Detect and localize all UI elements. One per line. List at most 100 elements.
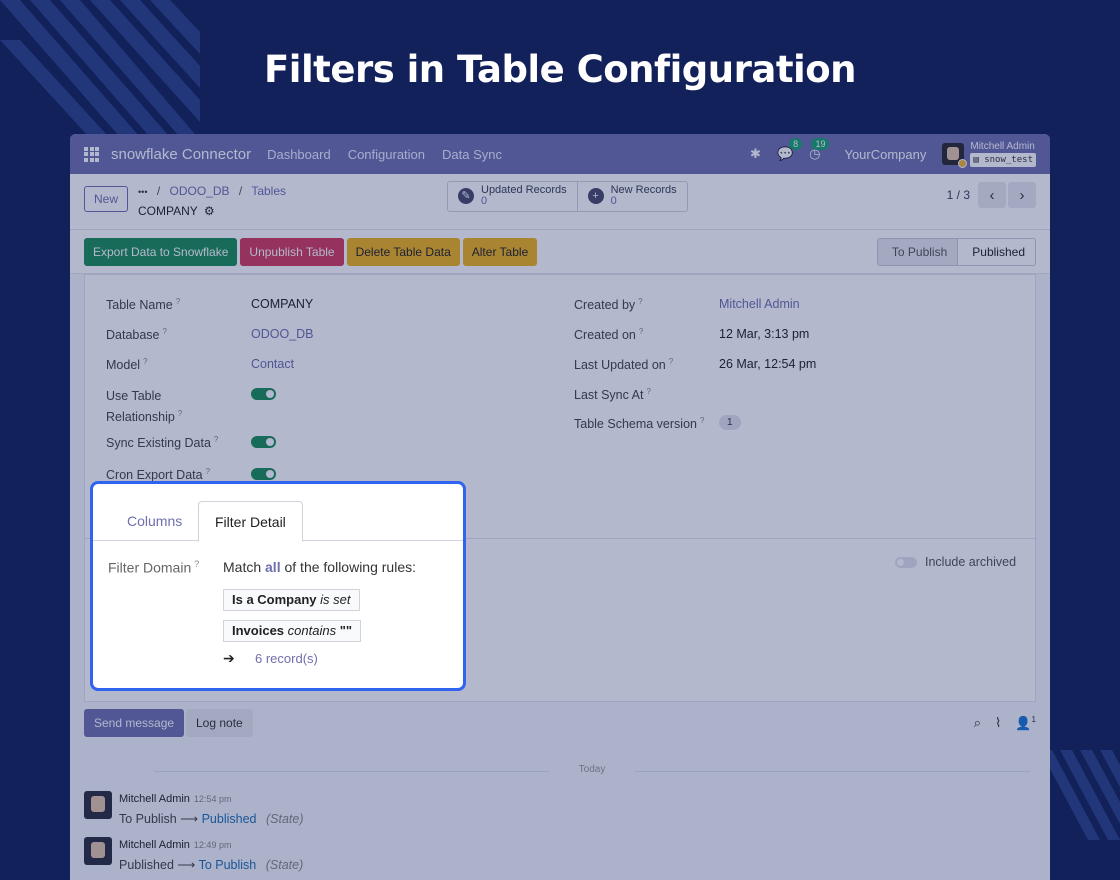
match-all-selector[interactable]: all	[265, 559, 281, 575]
followers-count: 1	[1031, 715, 1036, 724]
avatar	[942, 143, 968, 168]
smart-buttons: ✎ Updated Records 0 + New Records 0	[447, 181, 688, 212]
search-icon[interactable]: ⌕	[974, 715, 981, 731]
breadcrumb-tables[interactable]: Tables	[251, 184, 286, 198]
state-field: (State)	[265, 858, 304, 872]
model-value[interactable]: Contact	[251, 357, 294, 371]
domain-rule[interactable]: Is a Company is set	[223, 589, 360, 611]
hero-title: Filters in Table Configuration	[264, 48, 856, 91]
messages-icon[interactable]: 💬 8	[777, 138, 803, 162]
field-label-table-schema-version: Table Schema version?	[574, 416, 705, 432]
state-from: Published	[119, 858, 174, 872]
field-label-model: Model?	[106, 357, 148, 373]
plus-icon: +	[587, 188, 604, 204]
send-message-button[interactable]: Send message	[84, 709, 185, 737]
decorative-stripes-corner	[1040, 750, 1120, 840]
tab-filter-detail[interactable]: Filter Detail	[198, 501, 303, 542]
database-value[interactable]: ODOO_DB	[251, 327, 314, 341]
include-archived-label: Include archived	[925, 555, 1017, 569]
followers-icon[interactable]: 👤1	[1015, 715, 1036, 731]
menu-configuration[interactable]: Configuration	[348, 147, 425, 162]
field-label-table-name: Table Name?	[106, 297, 181, 313]
message-author[interactable]: Mitchell Admin	[119, 839, 190, 851]
gear-icon[interactable]: ⚙	[204, 204, 215, 218]
export-data-button[interactable]: Export Data to Snowflake	[84, 237, 238, 266]
state-from: To Publish	[119, 812, 177, 826]
filter-domain-label: Filter Domain?	[108, 559, 200, 576]
user-menu[interactable]: Mitchell Admin ▤ snow_test	[942, 141, 1036, 168]
status-bar: Export Data to Snowflake Unpublish Table…	[70, 230, 1050, 274]
company-switcher[interactable]: YourCompany	[844, 147, 926, 162]
db-tag: ▤ snow_test	[970, 153, 1036, 167]
database-icon: ▤	[973, 155, 985, 165]
today-separator: Today	[154, 764, 1030, 775]
include-archived-toggle[interactable]	[895, 557, 917, 568]
use-table-relationship-toggle[interactable]	[251, 388, 276, 400]
activity-badge: 19	[811, 138, 830, 150]
arrow-right-icon: ⟶	[177, 858, 199, 872]
field-label-use-table-relationship: Use Table Relationship?	[106, 389, 183, 425]
notebook-tabs: Columns Filter Detail	[93, 501, 463, 542]
control-panel: New ••• / ODOO_DB / Tables COMPANY ⚙ ✎ U…	[70, 174, 1050, 230]
pager-value: 1 / 3	[946, 188, 970, 202]
field-label-last-sync-at: Last Sync At?	[574, 387, 651, 403]
new-records-button[interactable]: + New Records 0	[576, 182, 687, 211]
bug-icon[interactable]: ✱	[750, 146, 761, 162]
delete-table-data-button[interactable]: Delete Table Data	[346, 237, 460, 266]
field-label-created-by: Created by?	[574, 297, 643, 313]
log-note-button[interactable]: Log note	[186, 709, 253, 737]
avatar	[84, 791, 112, 819]
field-label-created-on: Created on?	[574, 327, 644, 343]
schema-version-badge: 1	[719, 415, 741, 430]
domain-rule[interactable]: Invoices contains ""	[223, 620, 362, 642]
last-updated-on-value: 26 Mar, 12:54 pm	[719, 357, 817, 371]
message-time: 12:49 pm	[193, 840, 232, 850]
field-label-database: Database?	[106, 327, 167, 343]
top-navbar: snowflake Connector Dashboard Configurat…	[70, 134, 1050, 174]
created-on-value: 12 Mar, 3:13 pm	[719, 327, 810, 341]
filter-detail-callout: Columns Filter Detail Filter Domain? Mat…	[90, 481, 466, 691]
new-button[interactable]: New	[84, 186, 129, 212]
pencil-icon: ✎	[458, 188, 474, 204]
message-time: 12:54 pm	[193, 794, 232, 804]
message-author[interactable]: Mitchell Admin	[119, 793, 190, 805]
menu-data-sync[interactable]: Data Sync	[442, 147, 502, 162]
unpublish-table-button[interactable]: Unpublish Table	[240, 237, 344, 266]
cron-export-data-toggle[interactable]	[251, 468, 276, 480]
avatar	[84, 837, 112, 865]
chevron-left-icon[interactable]: ‹	[978, 182, 1006, 208]
field-label-last-updated-on: Last Updated on?	[574, 357, 674, 373]
paperclip-icon[interactable]: ⌇	[995, 715, 1001, 731]
user-name: Mitchell Admin	[970, 141, 1035, 152]
match-rule-text: Match all of the following rules:	[223, 559, 417, 575]
table-name-value[interactable]: COMPANY	[251, 297, 313, 311]
arrow-right-icon: ➔	[223, 650, 235, 666]
state-to: To Publish	[198, 858, 257, 872]
field-label-cron-export-data: Cron Export Data?	[106, 467, 211, 483]
apps-menu-icon[interactable]	[84, 146, 99, 162]
updated-records-button[interactable]: ✎ Updated Records 0	[448, 182, 577, 211]
state-field: (State)	[265, 812, 304, 826]
record-title: COMPANY	[138, 204, 198, 218]
app-name[interactable]: snowflake Connector	[111, 146, 251, 163]
breadcrumb-odoo-db[interactable]: ODOO_DB	[170, 184, 230, 198]
breadcrumb: ••• / ODOO_DB / Tables COMPANY ⚙	[138, 184, 287, 218]
record-count-link[interactable]: 6 record(s)	[255, 651, 318, 666]
field-label-sync-existing-data: Sync Existing Data?	[106, 435, 219, 451]
chatter-toolbar: Send message Log note ⌕ ⌇ 👤1	[84, 709, 1036, 739]
activity-icon[interactable]: ◷ 19	[809, 138, 830, 162]
stage-published[interactable]: Published	[957, 238, 1035, 265]
stage-to-publish[interactable]: To Publish	[877, 238, 958, 265]
chevron-right-icon[interactable]: ›	[1008, 182, 1036, 208]
menu-dashboard[interactable]: Dashboard	[267, 147, 331, 162]
pager: 1 / 3 ‹ ›	[947, 182, 1036, 208]
breadcrumb-ellipsis[interactable]: •••	[138, 187, 147, 197]
tab-columns[interactable]: Columns	[111, 501, 198, 541]
arrow-right-icon: ⟶	[180, 812, 202, 826]
messages-badge: 8	[789, 138, 803, 150]
alter-table-button[interactable]: Alter Table	[462, 237, 538, 266]
sync-existing-data-toggle[interactable]	[251, 436, 276, 448]
stage-selector: To Publish Published	[876, 237, 1036, 266]
state-to: Published	[201, 812, 257, 826]
created-by-value[interactable]: Mitchell Admin	[719, 297, 800, 311]
